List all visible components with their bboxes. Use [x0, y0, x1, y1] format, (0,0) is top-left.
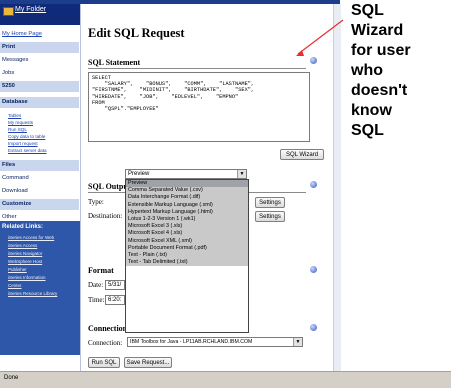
sidebar-link-extract-data[interactable]: Extract server data — [8, 148, 78, 154]
dropdown-option[interactable]: Text - Plain (.txt) — [126, 252, 248, 260]
status-bar: Done — [0, 371, 451, 388]
related-link-publisher[interactable]: Publisher — [8, 267, 78, 272]
date-label: Date: — [88, 281, 104, 289]
dropdown-option[interactable]: Lotus 1-2-3 Version 1 (.wk1) — [126, 216, 248, 224]
run-sql-button[interactable]: Run SQL — [88, 357, 120, 368]
callout-line: for user — [351, 42, 411, 59]
status-text: Done — [4, 375, 19, 381]
help-icon[interactable] — [310, 324, 317, 331]
related-link-access-web[interactable]: iSeries Access for Web — [8, 235, 78, 240]
sidebar-item-files[interactable]: Files — [0, 160, 79, 171]
settings-button-destination[interactable]: Settings — [255, 211, 285, 222]
type-dropdown-list: Preview Comma Separated Value (.csv) Dat… — [125, 179, 249, 333]
connection-select[interactable]: IBM Toolbox for Java - LP11AB.RCHLAND.IB… — [127, 337, 303, 347]
sidebar-link-my-requests[interactable]: My requests — [8, 120, 78, 126]
sidebar-link-tables[interactable]: Tables — [8, 113, 78, 119]
sql-statement-heading: SQL Statement — [88, 58, 141, 67]
help-icon[interactable] — [310, 266, 317, 273]
dropdown-option[interactable]: Microsoft Excel 3 (.xls) — [126, 223, 248, 231]
sidebar-item-customize[interactable]: Customize — [0, 199, 79, 210]
related-links-heading: Related Links: — [2, 224, 44, 230]
dropdown-option[interactable]: Microsoft Excel 4 (.xls) — [126, 230, 248, 238]
scrollbar[interactable] — [333, 4, 341, 371]
dropdown-option[interactable]: Data Interchange Format (.dif) — [126, 194, 248, 202]
callout-line: SQL — [351, 122, 384, 139]
help-icon[interactable] — [310, 181, 317, 188]
divider — [88, 68, 306, 69]
sidebar-link-run-sql[interactable]: Run SQL — [8, 127, 78, 133]
chevron-down-icon[interactable]: ▼ — [293, 338, 302, 346]
sql-statement-textarea[interactable]: SELECT "SALARY", "BONUS", "COMM", "LASTN… — [88, 72, 310, 142]
destination-label: Destination: — [88, 212, 123, 220]
time-label: Time: — [88, 296, 105, 304]
chevron-down-icon[interactable]: ▼ — [237, 170, 246, 178]
main-content: Edit SQL Request SQL Statement SELECT "S… — [81, 4, 340, 371]
type-select-value: Preview — [128, 171, 150, 177]
dropdown-option[interactable]: Portable Document Format (.pdf) — [126, 244, 248, 252]
dropdown-option[interactable]: Comma Separated Value (.csv) — [126, 187, 248, 195]
related-link-information[interactable]: iSeries Information — [8, 275, 78, 280]
sidebar-item-jobs[interactable]: Jobs — [0, 68, 79, 79]
connection-select-value: IBM Toolbox for Java - LP11AB.RCHLAND.IB… — [130, 339, 253, 345]
folder-icon — [3, 7, 14, 16]
type-select[interactable]: Preview ▼ — [125, 169, 247, 179]
sidebar-item-5250[interactable]: 5250 — [0, 81, 79, 92]
dropdown-option[interactable]: Microsoft Excel XML (.xml) — [126, 237, 248, 245]
callout-line: know — [351, 102, 392, 119]
format-heading: Format — [88, 266, 114, 275]
sidebar-item-print[interactable]: Print — [0, 42, 79, 53]
related-link-access[interactable]: iSeries Access — [8, 243, 78, 248]
related-link-resource-library[interactable]: iSeries Resource Library — [8, 291, 78, 296]
time-field[interactable]: 6:20: — [105, 295, 125, 305]
sidebar: My Folder My Home Page Print Messages Jo… — [0, 4, 81, 371]
sidebar-item-database[interactable]: Database — [0, 97, 79, 108]
sidebar-item-command[interactable]: Command — [0, 173, 79, 184]
sidebar-item-home-page[interactable]: My Home Page — [0, 29, 79, 40]
callout-line: Wizard — [351, 22, 404, 39]
page-title: Edit SQL Request — [88, 26, 185, 40]
sidebar-link-import-request[interactable]: Import request — [8, 141, 78, 147]
help-icon[interactable] — [310, 57, 317, 64]
related-link-navigator[interactable]: iSeries Navigator — [8, 251, 78, 256]
type-label: Type: — [88, 198, 104, 206]
callout-line: doesn't — [351, 82, 408, 99]
related-link-center[interactable]: Center — [8, 283, 78, 288]
browser-window: My Folder My Home Page Print Messages Jo… — [0, 0, 451, 388]
settings-button[interactable]: Settings — [255, 197, 285, 208]
connection-label: Connection: — [88, 339, 123, 347]
dropdown-option[interactable]: Extensible Markup Language (.xml) — [126, 201, 248, 209]
save-request-button[interactable]: Save Request... — [124, 357, 172, 368]
sidebar-item-download[interactable]: Download — [0, 186, 79, 197]
dropdown-option[interactable]: Text - Tab Delimited (.txt) — [126, 259, 248, 267]
sidebar-link-copy-data[interactable]: Copy data to table — [8, 134, 78, 140]
dropdown-option[interactable]: Hypertext Markup Language (.html) — [126, 208, 248, 216]
callout-line: who — [351, 62, 383, 79]
connection-heading: Connection — [88, 324, 128, 333]
callout-annotation: SQL Wizard for user who doesn't know SQL — [341, 0, 451, 190]
sidebar-item-messages[interactable]: Messages — [0, 55, 79, 66]
date-field[interactable]: 5/31/ — [105, 280, 125, 290]
my-folder-link[interactable]: My Folder — [15, 6, 46, 13]
dropdown-option[interactable]: Preview — [126, 180, 248, 188]
related-links-panel: Related Links: iSeries Access for Web iS… — [0, 221, 80, 355]
sql-wizard-button[interactable]: SQL Wizard — [280, 149, 324, 160]
related-link-websphere-host[interactable]: WebSphere Host — [8, 259, 78, 264]
sidebar-header[interactable]: My Folder — [0, 4, 80, 25]
callout-line: SQL — [351, 2, 384, 19]
